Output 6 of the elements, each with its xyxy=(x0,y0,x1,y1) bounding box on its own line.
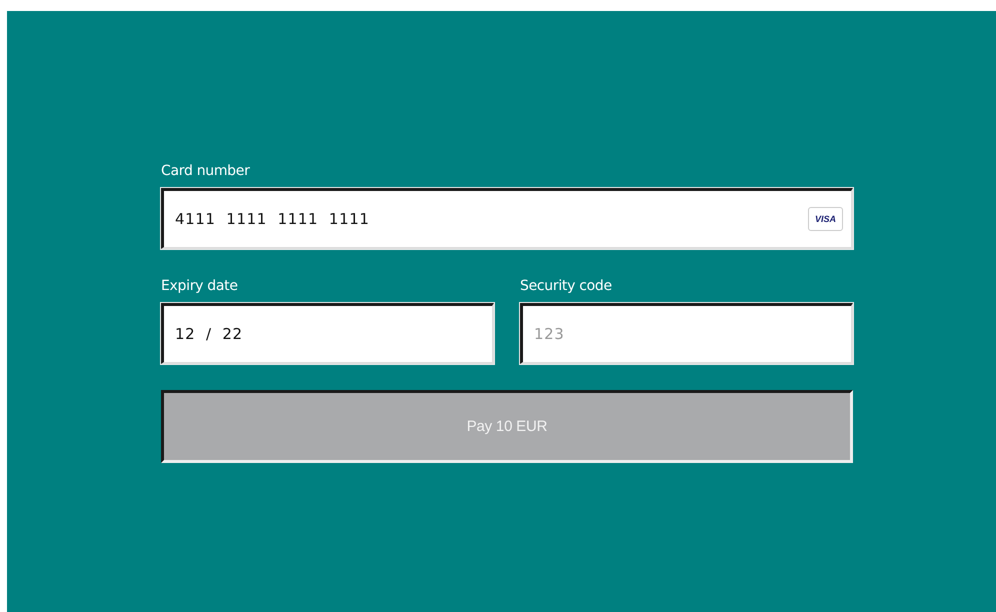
card-brand-badge: VISA xyxy=(808,206,843,230)
field-label: Security code xyxy=(520,278,613,295)
input-field[interactable]: 123 xyxy=(520,303,853,364)
field-label: Card number xyxy=(161,163,251,180)
input-field[interactable]: 12 / 22 xyxy=(161,303,494,364)
field-label: Expiry date xyxy=(161,278,239,295)
